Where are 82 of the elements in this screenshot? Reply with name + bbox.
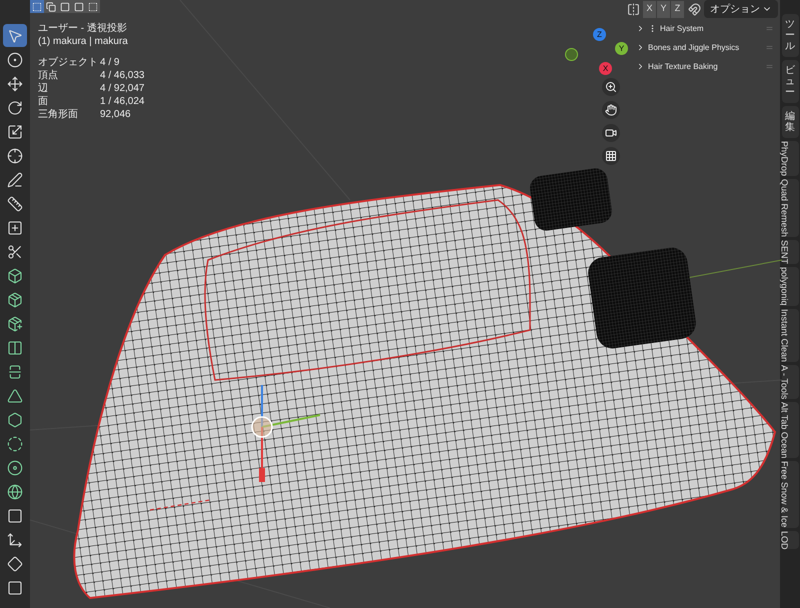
panel-title: Bones and Jiggle Physics [648, 42, 740, 54]
axes-icon [7, 532, 23, 548]
square-icon [7, 508, 23, 524]
chevron-right-icon [636, 62, 645, 71]
chevron-right-icon [636, 24, 645, 33]
disc-icon [7, 460, 23, 476]
grip-icon [765, 62, 774, 71]
package-plus-icon [7, 316, 23, 332]
select-mode-button[interactable] [72, 0, 86, 13]
stat-value: 92,046 [100, 108, 132, 121]
options-dropdown[interactable]: オプション [704, 0, 778, 18]
scale-icon [7, 124, 23, 140]
stat-label: 頂点 [38, 69, 59, 82]
grip-icon [765, 43, 774, 52]
hexagon-icon [7, 412, 23, 428]
navigation-button[interactable] [602, 78, 620, 96]
stat-value: 4 / 92,047 [100, 82, 144, 95]
view-title: ユーザー - 透視投影 [38, 22, 128, 35]
grip-icon [765, 24, 774, 33]
hand-icon [605, 104, 617, 116]
sidebar-tab[interactable]: Alt Tab Ocean [782, 402, 798, 458]
sidebar-tab[interactable]: LOD [782, 530, 798, 550]
stat-label: 面 [38, 95, 49, 108]
stat-label: 三角形面 [38, 108, 79, 121]
panel-header[interactable]: Hair System [636, 20, 774, 37]
transform-icon [7, 148, 23, 164]
axis-toggle[interactable]: Y [657, 0, 671, 18]
select-mode-button[interactable] [44, 0, 58, 13]
scissors-icon [7, 244, 23, 260]
sidebar-tab[interactable]: Instant Clean [782, 308, 798, 362]
zoom-icon [605, 81, 617, 93]
ruler-icon [7, 196, 23, 212]
select-extend-icon [46, 2, 56, 12]
slab-icon [7, 580, 23, 596]
stat-value: 4 / 9 [100, 56, 120, 69]
add-cube-icon [7, 220, 23, 236]
sidebar-tab[interactable]: ビュー [782, 60, 798, 103]
select-mode-button[interactable] [86, 0, 100, 13]
sidebar-tab[interactable]: ツール [782, 14, 798, 57]
navigation-button[interactable] [602, 147, 620, 165]
split-square-icon [7, 364, 23, 380]
sidebar-tab[interactable]: SENT [782, 240, 798, 264]
axis-toggle[interactable]: X [643, 0, 657, 18]
stat-label: オブジェクト [38, 56, 99, 69]
dashed-circle-icon [7, 436, 23, 452]
sidebar-tab[interactable]: Free Snow & Ice [782, 461, 798, 528]
sphere-icon [7, 484, 23, 500]
sidebar-tab[interactable]: A - Tools [782, 364, 798, 399]
cursor-icon [7, 52, 23, 68]
navigation-button[interactable] [602, 101, 620, 119]
tool-button[interactable] [3, 24, 27, 47]
panel-header[interactable]: Hair Texture Baking [636, 58, 774, 75]
snap-icon[interactable] [688, 2, 701, 16]
select-subtract-icon [60, 2, 70, 12]
panel-title: Hair Texture Baking [648, 60, 718, 72]
chevron-right-icon [636, 43, 645, 52]
select-mode-button[interactable] [30, 0, 44, 13]
select-intersect-icon [88, 2, 98, 12]
pen-icon [7, 172, 23, 188]
select-mode-button[interactable] [58, 0, 72, 13]
grid-icon [605, 150, 617, 162]
camera-icon [605, 127, 617, 139]
triangle-icon [7, 388, 23, 404]
select-invert-icon [74, 2, 84, 12]
columns-icon [7, 340, 23, 356]
cube-icon [7, 268, 23, 284]
diamond-icon [7, 556, 23, 572]
sidebar-tab[interactable]: 編集 [782, 106, 798, 138]
panel-header[interactable]: Bones and Jiggle Physics [636, 39, 774, 56]
rotate-icon [7, 100, 23, 116]
move-icon [7, 76, 23, 92]
navigation-button[interactable] [602, 124, 620, 142]
object-name: (1) makura | makura [38, 35, 129, 48]
axis-toggle[interactable]: Z [671, 0, 685, 18]
pointer-icon [7, 28, 23, 44]
select-new-icon [32, 2, 42, 12]
stat-value: 1 / 46,024 [100, 95, 144, 108]
package-icon [7, 292, 23, 308]
panel-title: Hair System [660, 22, 704, 34]
mirror-icon[interactable] [627, 2, 640, 16]
stat-value: 4 / 46,033 [100, 69, 144, 82]
stat-label: 辺 [38, 82, 49, 95]
